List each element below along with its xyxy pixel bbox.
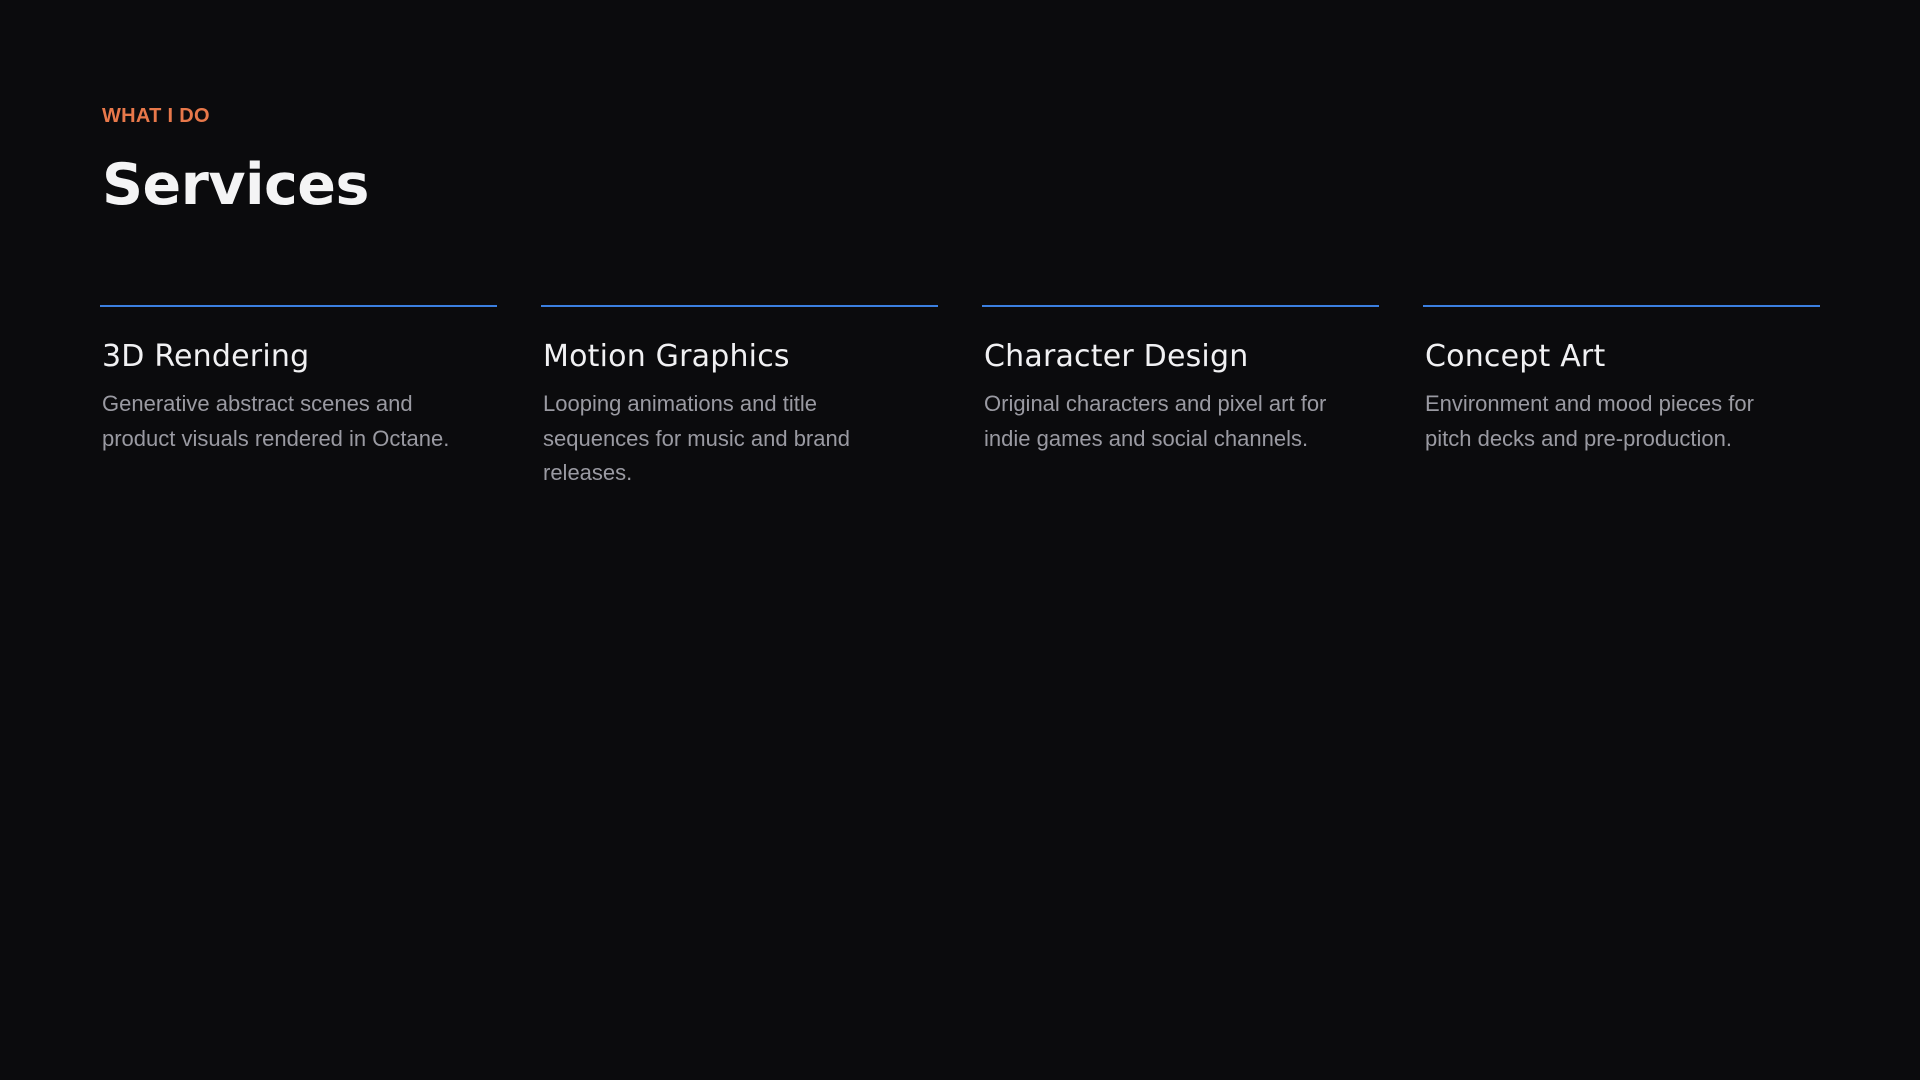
- service-description: Environment and mood pieces for pitch de…: [1425, 391, 1754, 451]
- service-divider: [100, 305, 497, 307]
- service-card-concept-art: Concept Art Environment and mood pieces …: [1423, 305, 1820, 491]
- service-description: Generative abstract scenes and product v…: [102, 391, 450, 451]
- service-title: Character Design: [984, 339, 1249, 374]
- service-title: Motion Graphics: [543, 339, 790, 374]
- section-eyebrow: WHAT I DO: [102, 105, 210, 127]
- service-title: 3D Rendering: [102, 339, 310, 374]
- services-page: WHAT I DO Services 3D Rendering Generati…: [0, 0, 1920, 1080]
- service-description: Looping animations and title sequences f…: [543, 391, 850, 485]
- service-card-3d-rendering: 3D Rendering Generative abstract scenes …: [100, 305, 497, 491]
- page-title: Services: [102, 152, 369, 218]
- service-divider: [982, 305, 1379, 307]
- service-card-character-design: Character Design Original characters and…: [982, 305, 1379, 491]
- service-card-motion-graphics: Motion Graphics Looping animations and t…: [541, 305, 938, 491]
- service-divider: [1423, 305, 1820, 307]
- service-title: Concept Art: [1425, 339, 1606, 374]
- service-divider: [541, 305, 938, 307]
- service-description: Original characters and pixel art for in…: [984, 391, 1327, 451]
- services-list: 3D Rendering Generative abstract scenes …: [100, 305, 1820, 491]
